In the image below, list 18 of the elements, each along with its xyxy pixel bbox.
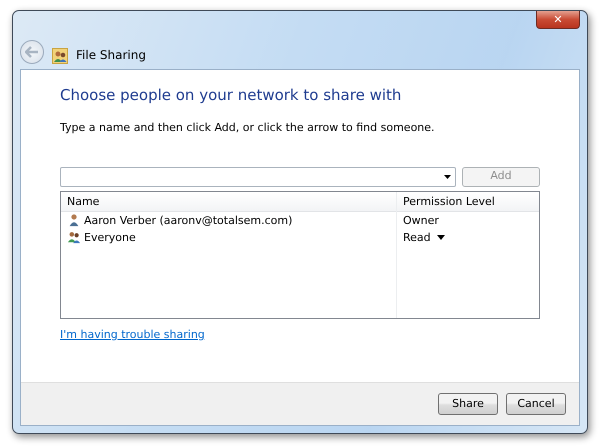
dropdown-arrow-icon[interactable] — [437, 234, 446, 240]
back-button[interactable] — [20, 40, 44, 64]
name-combo-field[interactable] — [60, 166, 456, 186]
list-row[interactable]: Aaron Verber (aaronv@totalsem.com) — [61, 212, 396, 228]
person-name: Aaron Verber (aaronv@totalsem.com) — [84, 212, 292, 228]
person-name: Everyone — [84, 230, 136, 246]
window-title: File Sharing — [76, 47, 146, 64]
dialog-button[interactable]: Share — [438, 393, 498, 415]
instruction-text: Type a name and then click Add, or click the arrow to find someone. — [60, 120, 436, 136]
dialog-button[interactable]: Cancel — [506, 393, 566, 415]
permission-level: Owner — [403, 212, 439, 228]
people-icon — [52, 48, 68, 64]
dropdown-arrow-icon[interactable] — [444, 174, 451, 178]
help-link[interactable]: I'm having trouble sharing — [60, 326, 205, 343]
close-button[interactable]: ✕ — [536, 11, 580, 29]
back-arrow-icon[interactable] — [25, 46, 39, 58]
permission-dropdown[interactable]: Read — [403, 228, 446, 246]
dialog-heading: Choose people on your network to share with — [60, 86, 402, 104]
